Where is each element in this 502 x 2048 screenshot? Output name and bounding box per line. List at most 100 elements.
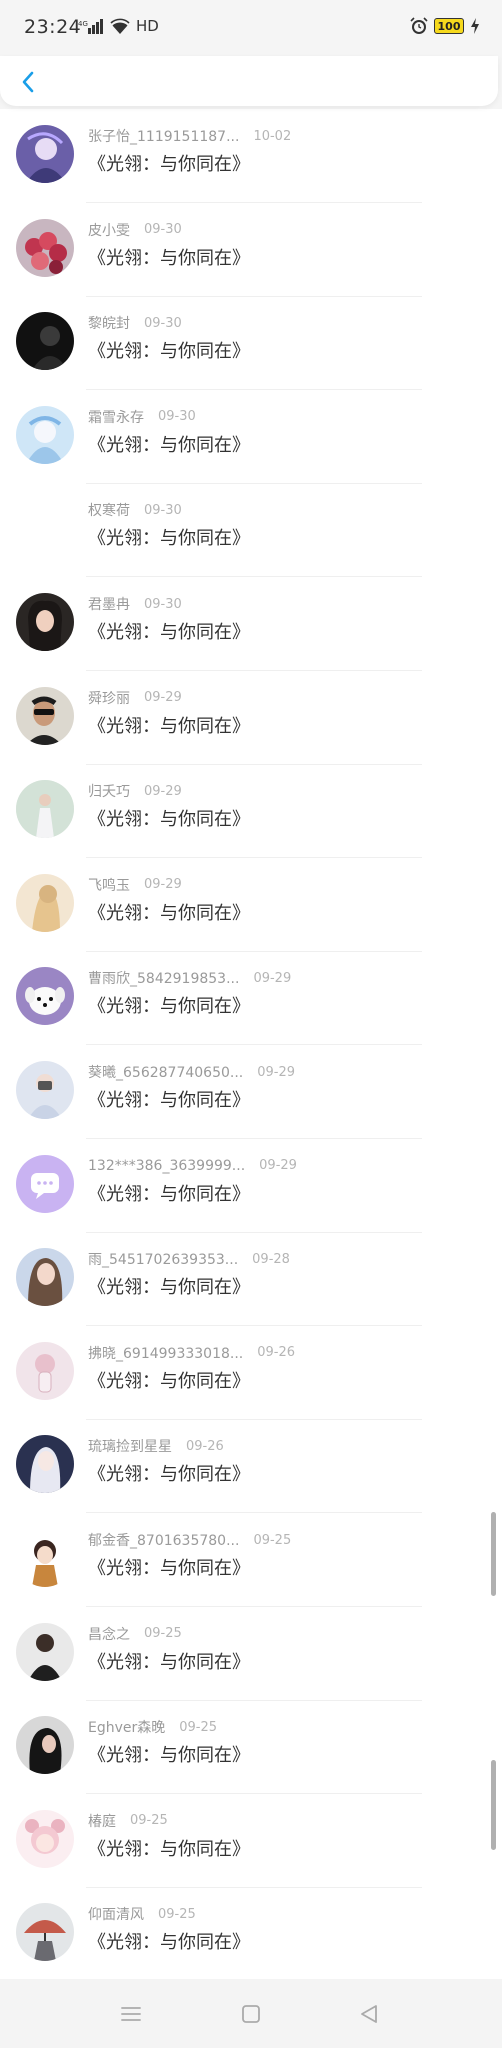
status-bar: 23:24 4G HD 100	[0, 0, 502, 56]
list-item[interactable]: 舜珍丽 09-29 《光翎：与你同在》	[0, 671, 502, 765]
list-item[interactable]: 权寒荷 09-30 《光翎：与你同在》	[0, 483, 502, 578]
book-title-link[interactable]: 《光翎：与你同在》	[88, 1741, 250, 1767]
book-title-link[interactable]: 《光翎：与你同在》	[88, 1460, 250, 1486]
user-name: 仰面清风	[88, 1907, 144, 1924]
name-line: 霜雪永存 09-30	[88, 406, 196, 428]
book-title-link[interactable]: 《光翎：与你同在》	[88, 618, 250, 644]
book-title-link[interactable]: 《光翎：与你同在》	[88, 1928, 250, 1954]
book-title-link[interactable]: 《光翎：与你同在》	[88, 899, 250, 925]
avatar[interactable]	[16, 1529, 74, 1587]
item-date: 09-30	[158, 409, 196, 425]
name-line: 郁金香_8701635780... 09-25	[88, 1529, 291, 1551]
book-title-link[interactable]: 《光翎：与你同在》	[88, 805, 250, 831]
book-title-link[interactable]: 《光翎：与你同在》	[88, 1835, 250, 1861]
item-date: 09-29	[144, 877, 182, 893]
avatar[interactable]	[16, 686, 74, 745]
list-item[interactable]: 君墨冉 09-30 《光翎：与你同在》	[0, 577, 502, 671]
name-line: 张子怡_1119151187... 10-02	[88, 125, 291, 147]
user-name: 椿庭	[88, 1813, 116, 1830]
book-title-link[interactable]: 《光翎：与你同在》	[88, 1554, 250, 1580]
book-title-link[interactable]: 《光翎：与你同在》	[88, 1273, 250, 1299]
list-item[interactable]: 皮小雯 09-30 《光翎：与你同在》	[0, 203, 502, 297]
list-item[interactable]: 曹雨欣_5842919853... 09-29 《光翎：与你同在》	[0, 951, 502, 1046]
scrollbar-thumb[interactable]	[491, 1760, 496, 1850]
avatar[interactable]	[16, 312, 74, 371]
book-title-link[interactable]: 《光翎：与你同在》	[88, 244, 250, 270]
list-item[interactable]: Eghver森晚 09-25 《光翎：与你同在》	[0, 1700, 502, 1795]
avatar[interactable]	[16, 593, 74, 651]
list-item[interactable]: 仰面清风 09-25 《光翎：与你同在》	[0, 1887, 502, 1979]
item-date: 09-30	[144, 502, 182, 518]
item-date: 09-25	[253, 1532, 292, 1548]
avatar[interactable]	[16, 967, 74, 1026]
back-button[interactable]	[16, 68, 40, 96]
status-right-icons: 100	[410, 17, 480, 35]
avatar[interactable]	[16, 1809, 74, 1868]
book-title-link[interactable]: 《光翎：与你同在》	[88, 712, 250, 738]
user-name: 昌念之	[88, 1626, 130, 1643]
list-item[interactable]: 飞鸣玉 09-29 《光翎：与你同在》	[0, 858, 502, 952]
user-name: 拂晓_691499333018...	[88, 1345, 244, 1362]
item-date: 09-29	[144, 690, 182, 706]
name-line: 权寒荷 09-30	[88, 499, 182, 521]
book-title-link[interactable]: 《光翎：与你同在》	[88, 150, 250, 176]
back-nav-button[interactable]	[356, 2001, 382, 2027]
list-item[interactable]: 归夭巧 09-29 《光翎：与你同在》	[0, 764, 502, 859]
scrollbar-thumb[interactable]	[491, 1512, 496, 1596]
menu-button[interactable]	[118, 2001, 144, 2027]
list-item[interactable]: 132***386_3639999... 09-29 《光翎：与你同在》	[0, 1139, 502, 1233]
avatar[interactable]	[16, 1154, 74, 1213]
user-name: 132***386_3639999...	[88, 1157, 246, 1174]
book-title-link[interactable]: 《光翎：与你同在》	[88, 992, 250, 1018]
name-line: 皮小雯 09-30	[88, 219, 182, 241]
list-item[interactable]: 霜雪永存 09-30 《光翎：与你同在》	[0, 390, 502, 484]
chevron-left-icon	[22, 71, 34, 93]
name-line: 昌念之 09-25	[88, 1623, 182, 1645]
item-date: 09-30	[144, 222, 182, 238]
avatar[interactable]	[16, 1341, 74, 1400]
avatar[interactable]	[16, 1248, 74, 1307]
list-item[interactable]: 琉璃捡到星星 09-26 《光翎：与你同在》	[0, 1419, 502, 1514]
item-date: 09-30	[144, 596, 182, 612]
list-item[interactable]: 拂晓_691499333018... 09-26 《光翎：与你同在》	[0, 1326, 502, 1420]
avatar[interactable]	[16, 1716, 74, 1775]
list-item[interactable]: 昌念之 09-25 《光翎：与你同在》	[0, 1607, 502, 1701]
book-title-link[interactable]: 《光翎：与你同在》	[88, 1367, 250, 1393]
girl-dark-hair-avatar	[16, 1716, 74, 1775]
item-date: 09-25	[158, 1906, 196, 1922]
list-item[interactable]: 葵曦_656287740650... 09-29 《光翎：与你同在》	[0, 1045, 502, 1139]
avatar[interactable]	[16, 780, 74, 839]
avatar[interactable]	[16, 1435, 74, 1494]
name-line: 舜珍丽 09-29	[88, 687, 182, 709]
item-date: 09-25	[179, 1719, 218, 1735]
man-dark-avatar	[16, 1622, 74, 1681]
menu-icon	[121, 2007, 141, 2021]
nav-bar	[0, 1979, 502, 2048]
avatar[interactable]	[16, 1622, 74, 1681]
girl-dress-avatar	[16, 780, 74, 839]
home-button[interactable]	[238, 2001, 264, 2027]
avatar[interactable]	[16, 405, 74, 464]
default-chat-avatar	[16, 1154, 74, 1213]
avatar[interactable]	[16, 1061, 74, 1119]
book-title-link[interactable]: 《光翎：与你同在》	[88, 1648, 250, 1674]
list-item[interactable]: 郁金香_8701635780... 09-25 《光翎：与你同在》	[0, 1513, 502, 1607]
flowers-avatar	[16, 218, 74, 277]
book-title-link[interactable]: 《光翎：与你同在》	[88, 431, 250, 457]
anime-ice-avatar	[16, 405, 74, 464]
avatar[interactable]	[16, 1903, 74, 1962]
avatar[interactable]	[16, 218, 74, 277]
book-title-link[interactable]: 《光翎：与你同在》	[88, 337, 250, 363]
list-item[interactable]: 张子怡_1119151187... 10-02 《光翎：与你同在》	[0, 109, 502, 203]
avatar[interactable]	[16, 125, 74, 183]
list-item[interactable]: 雨_5451702639353... 09-28 《光翎：与你同在》	[0, 1232, 502, 1327]
list-item[interactable]: 椿庭 09-25 《光翎：与你同在》	[0, 1794, 502, 1888]
book-title-link[interactable]: 《光翎：与你同在》	[88, 1180, 250, 1206]
avatar[interactable]	[16, 873, 74, 932]
book-title-link[interactable]: 《光翎：与你同在》	[88, 524, 250, 550]
book-list[interactable]: 张子怡_1119151187... 10-02 《光翎：与你同在》 皮小雯 09-30 《…	[0, 109, 502, 1979]
list-item[interactable]: 黎皖封 09-30 《光翎：与你同在》	[0, 296, 502, 391]
screen: 23:24 4G HD 100 张子怡_1119151187... 10-02 …	[0, 0, 502, 2048]
book-title-link[interactable]: 《光翎：与你同在》	[88, 1086, 250, 1112]
user-name: 皮小雯	[88, 222, 130, 239]
